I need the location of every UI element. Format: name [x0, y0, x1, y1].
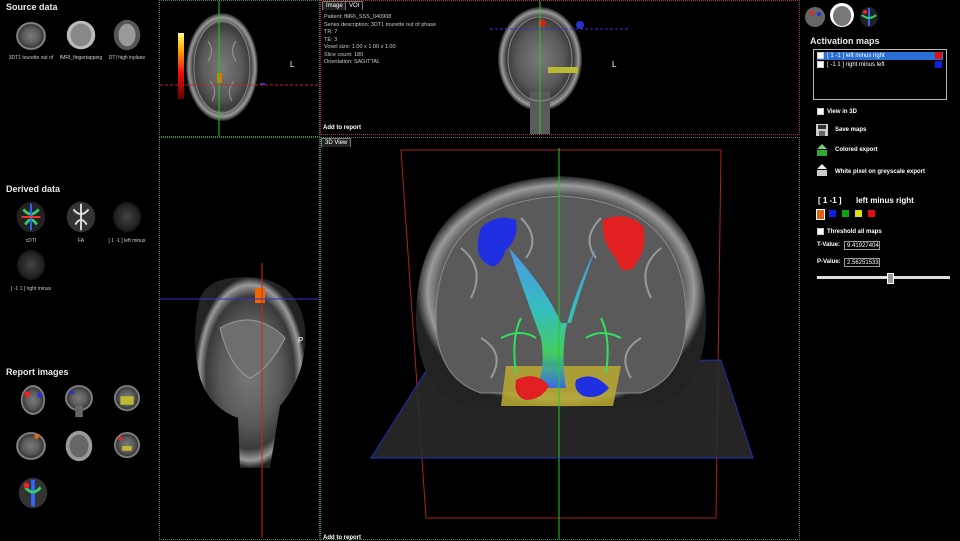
sagittal-slice-image[interactable] [160, 138, 319, 538]
coronal-slice-image[interactable] [490, 1, 630, 134]
activation-maps-list[interactable]: [ 1 -1 ] left minus right [ -1 1 ] right… [813, 49, 947, 100]
source-thumb-dti[interactable] [108, 16, 146, 54]
report-thumb-3[interactable] [108, 381, 146, 419]
add-to-report-top[interactable]: Add to report [323, 125, 361, 131]
save-maps-button[interactable]: Save maps [835, 127, 866, 133]
activation-map-item-right-minus-left[interactable]: [ -1 1 ] right minus left [817, 61, 943, 69]
map-checkbox-2[interactable] [817, 61, 824, 68]
axial-preview-icon[interactable] [803, 6, 827, 28]
source-label-3dt1: 3DT1 tourette out of [8, 55, 54, 61]
report-thumb-1[interactable] [14, 381, 52, 419]
report-thumb-5[interactable] [60, 427, 98, 465]
threshold-slider-thumb[interactable] [887, 273, 895, 284]
p-value-input[interactable]: 2.56251533 [844, 258, 880, 267]
3d-render-viewport[interactable] [321, 138, 799, 539]
current-map-name: left minus right [856, 196, 914, 205]
3d-brain-preview-icon[interactable] [829, 2, 855, 28]
tract-preview-icon[interactable] [858, 6, 880, 28]
colored-export-button[interactable]: Colored export [835, 147, 878, 153]
view-in-3d-checkbox[interactable] [817, 108, 824, 115]
threshold-slider-track[interactable] [817, 273, 950, 284]
derived-thumb-left-minus[interactable] [108, 198, 146, 236]
axial-orientation-label: L [290, 60, 295, 69]
derived-label-right-minus: [ -1 1 ] right minus [10, 286, 51, 292]
derived-thumb-right-minus[interactable] [12, 246, 50, 284]
report-thumb-2[interactable] [60, 381, 98, 419]
map-color-red [935, 52, 942, 59]
derived-thumb-cdti[interactable] [12, 198, 50, 236]
derived-label-left-minus: [ 1 -1 ] left minus [108, 238, 146, 244]
source-label-dti: DTI high inplane [108, 55, 146, 61]
axial-slice-image[interactable] [160, 1, 319, 136]
source-thumb-fmri[interactable] [62, 16, 100, 54]
info-series-description: Series description: 3DT1 tourette out of… [324, 21, 437, 28]
heat-colorbar [178, 33, 184, 99]
report-images-title: Report images [6, 367, 69, 377]
add-to-report-3d[interactable]: Add to report [323, 535, 361, 541]
info-orientation: Orientation: SAGITTAL [324, 59, 381, 65]
swatch-yellow[interactable] [855, 210, 862, 217]
swatch-green[interactable] [842, 210, 849, 217]
map-color-blue [935, 61, 942, 68]
current-contrast: [ 1 -1 ] [818, 196, 842, 205]
t-value-label: T-Value: [817, 242, 841, 248]
source-label-fmri: fMRI_fingertapping [59, 55, 103, 61]
swatch-red[interactable] [868, 210, 875, 217]
activation-maps-title: Activation maps [810, 36, 880, 46]
white-pixel-export-button[interactable]: White pixel on greyscale export [835, 169, 925, 175]
save-icon[interactable] [815, 123, 829, 137]
info-patient: Patient: fMRI_SSS_040908 [324, 14, 392, 20]
swatch-orange[interactable] [816, 209, 825, 220]
p-value-label: P-Value: [817, 259, 841, 265]
report-thumb-7[interactable] [14, 474, 52, 512]
series-info: Patient: fMRI_SSS_040908 Series descript… [324, 14, 436, 67]
derived-thumb-fa[interactable] [62, 198, 100, 236]
report-thumb-4[interactable] [12, 427, 50, 465]
map-checkbox-1[interactable] [817, 52, 824, 59]
view-in-3d-label: View in 3D [827, 109, 857, 116]
derived-label-fa: FA [77, 238, 85, 244]
swatch-blue[interactable] [829, 210, 836, 217]
activation-map-item-left-minus-right[interactable]: [ 1 -1 ] left minus right [817, 52, 943, 60]
greyscale-export-icon[interactable] [815, 163, 829, 177]
source-thumb-3dt1[interactable] [12, 16, 50, 54]
threshold-all-label: Threshold all maps [827, 229, 882, 236]
tab-voi[interactable]: VOI [345, 1, 364, 10]
source-data-title: Source data [6, 2, 58, 12]
derived-data-title: Derived data [6, 184, 61, 194]
tab-image[interactable]: Image [322, 1, 347, 10]
info-te: TE: 3 [324, 36, 338, 43]
sagittal-orientation-label: P [298, 336, 304, 345]
coronal-orientation-label: L [612, 60, 617, 69]
map-label-2: [ -1 1 ] right minus left [827, 62, 885, 69]
info-voxel-size: Voxel size: 1.00 x 1.00 x 1.00 [324, 44, 396, 50]
info-tr: TR: 7 [324, 29, 338, 35]
t-value-input[interactable]: 9.41927404 [844, 241, 880, 250]
view-in-3d-row[interactable]: View in 3D [817, 108, 857, 115]
derived-label-cdti: cDTI [25, 238, 37, 244]
report-thumb-6[interactable] [108, 427, 146, 465]
map-label-1: [ 1 -1 ] left minus right [827, 53, 885, 60]
info-slice-count: Slice count: 180 [324, 51, 364, 58]
colored-export-icon[interactable] [815, 143, 829, 157]
threshold-all-row[interactable]: Threshold all maps [817, 228, 882, 235]
threshold-all-checkbox[interactable] [817, 228, 824, 235]
